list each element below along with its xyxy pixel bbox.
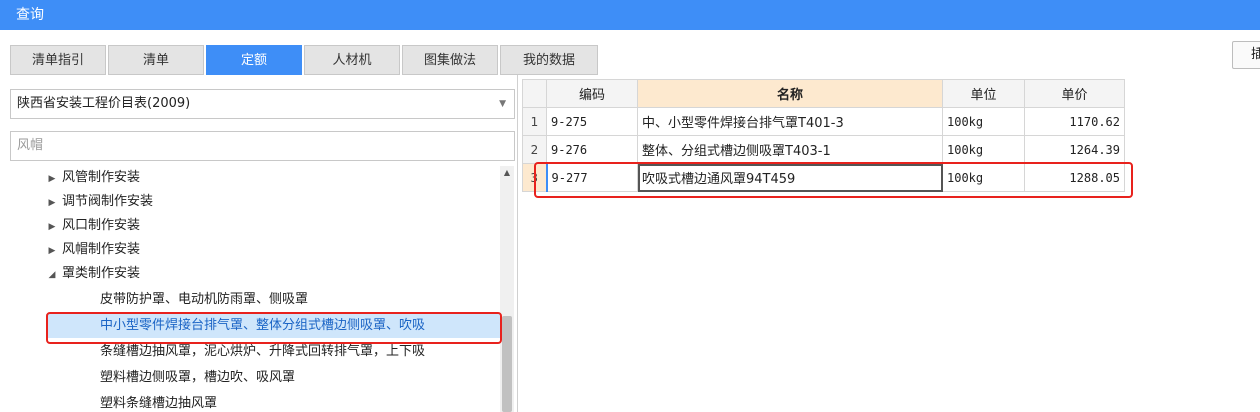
tree-node-label: 风帽制作安装	[62, 242, 141, 257]
tree-leaf[interactable]: 塑料条缝槽边抽风罩	[100, 392, 217, 412]
cell-unit[interactable]: 100kg	[942, 107, 1025, 136]
tree-node[interactable]: ▶ 风口制作安装	[42, 214, 140, 238]
row-number: 2	[522, 135, 547, 164]
cell-price[interactable]: 1170.62	[1024, 107, 1125, 136]
tree-node[interactable]: ▶ 风帽制作安装	[42, 238, 140, 262]
scrollbar-thumb[interactable]	[502, 316, 512, 412]
table-row[interactable]: 1 9-275 中、小型零件焊接台排气罩T401-3 100kg 1170.62	[522, 107, 1125, 136]
tree-leaf-label: 皮带防护罩、电动机防雨罩、侧吸罩	[100, 292, 309, 307]
header-name[interactable]: 名称	[637, 79, 943, 108]
cell-price[interactable]: 1288.05	[1024, 163, 1125, 192]
tree-leaf-label: 塑料槽边侧吸罩，槽边吹、吸风罩	[100, 370, 296, 385]
cell-code[interactable]: 9-277	[545, 163, 638, 192]
header-unit[interactable]: 单位	[942, 79, 1025, 108]
cell-unit[interactable]: 100kg	[942, 135, 1025, 164]
tree-scrollbar[interactable]: ▲	[500, 166, 514, 412]
tree-node[interactable]: ▶ 调节阀制作安装	[42, 190, 153, 214]
library-select-value: 陕西省安装工程价目表(2009)	[17, 96, 191, 111]
row-number: 1	[522, 107, 547, 136]
cell-name[interactable]: 整体、分组式槽边侧吸罩T403-1	[637, 135, 943, 164]
tab-bill-guide[interactable]: 清单指引	[10, 45, 106, 75]
insert-button[interactable]: 插	[1232, 41, 1260, 69]
table-header-row: 编码 名称 单位 单价	[522, 79, 1125, 108]
table-row-current[interactable]: 3 9-277 吹吸式槽边通风罩94T459 100kg 1288.05	[522, 163, 1125, 192]
caret-right-icon[interactable]: ▶	[42, 239, 62, 263]
cell-name[interactable]: 中、小型零件焊接台排气罩T401-3	[637, 107, 943, 136]
tab-bar: 清单指引 清单 定额 人材机 图集做法 我的数据	[10, 45, 600, 75]
cell-name-editing[interactable]: 吹吸式槽边通风罩94T459	[637, 163, 943, 192]
tree-leaf-label: 中小型零件焊接台排气罩、整体分组式槽边侧吸罩、吹吸	[100, 318, 426, 333]
tree-leaf[interactable]: 塑料槽边侧吸罩，槽边吹、吸风罩	[100, 366, 295, 390]
header-code[interactable]: 编码	[546, 79, 638, 108]
quota-table: 编码 名称 单位 单价 1 9-275 中、小型零件焊接台排气罩T401-3 1…	[522, 79, 1125, 192]
table-row[interactable]: 2 9-276 整体、分组式槽边侧吸罩T403-1 100kg 1264.39	[522, 135, 1125, 164]
tab-labor-material-machine[interactable]: 人材机	[304, 45, 400, 75]
window-title: 查询	[0, 0, 1260, 30]
caret-down-icon[interactable]: ◢	[42, 263, 62, 287]
tree-leaf-label: 条缝槽边抽风罩，泥心烘炉、升降式回转排气罩，上下吸	[100, 344, 426, 359]
tab-quota[interactable]: 定额	[206, 45, 302, 75]
tree-node-label: 调节阀制作安装	[62, 194, 154, 209]
tree-leaf-label: 塑料条缝槽边抽风罩	[100, 396, 218, 411]
header-price[interactable]: 单价	[1024, 79, 1125, 108]
cell-unit[interactable]: 100kg	[942, 163, 1025, 192]
library-select[interactable]: 陕西省安装工程价目表(2009) ▼	[10, 89, 515, 119]
cell-code[interactable]: 9-276	[546, 135, 638, 164]
tree-node-label: 风管制作安装	[62, 170, 141, 185]
tab-bill[interactable]: 清单	[108, 45, 204, 75]
caret-right-icon[interactable]: ▶	[42, 167, 62, 191]
tree-node[interactable]: ▶ 风管制作安装	[42, 166, 140, 190]
cell-price[interactable]: 1264.39	[1024, 135, 1125, 164]
tree-leaf[interactable]: 皮带防护罩、电动机防雨罩、侧吸罩	[100, 288, 308, 312]
caret-right-icon[interactable]: ▶	[42, 215, 62, 239]
chevron-down-icon: ▼	[499, 99, 506, 109]
tree-node-label: 风口制作安装	[62, 218, 141, 233]
header-rownum	[522, 79, 547, 108]
cell-code[interactable]: 9-275	[546, 107, 638, 136]
tree-leaf[interactable]: 条缝槽边抽风罩，泥心烘炉、升降式回转排气罩，上下吸	[100, 340, 425, 364]
category-tree: ▶ 风管制作安装 ▶ 调节阀制作安装 ▶ 风口制作安装 ▶ 风帽制作安装 ◢ 罩类制作安装…	[10, 166, 500, 412]
tab-my-data[interactable]: 我的数据	[500, 45, 598, 75]
tree-node-label: 罩类制作安装	[62, 266, 141, 281]
tab-atlas-method[interactable]: 图集做法	[402, 45, 498, 75]
search-input[interactable]: 风帽	[10, 131, 515, 161]
tree-leaf-selected[interactable]: 中小型零件焊接台排气罩、整体分组式槽边侧吸罩、吹吸	[46, 314, 500, 338]
tree-node-expanded[interactable]: ◢ 罩类制作安装	[42, 262, 140, 286]
caret-right-icon[interactable]: ▶	[42, 191, 62, 215]
row-number: 3	[522, 163, 547, 192]
scroll-up-icon[interactable]: ▲	[500, 166, 514, 180]
